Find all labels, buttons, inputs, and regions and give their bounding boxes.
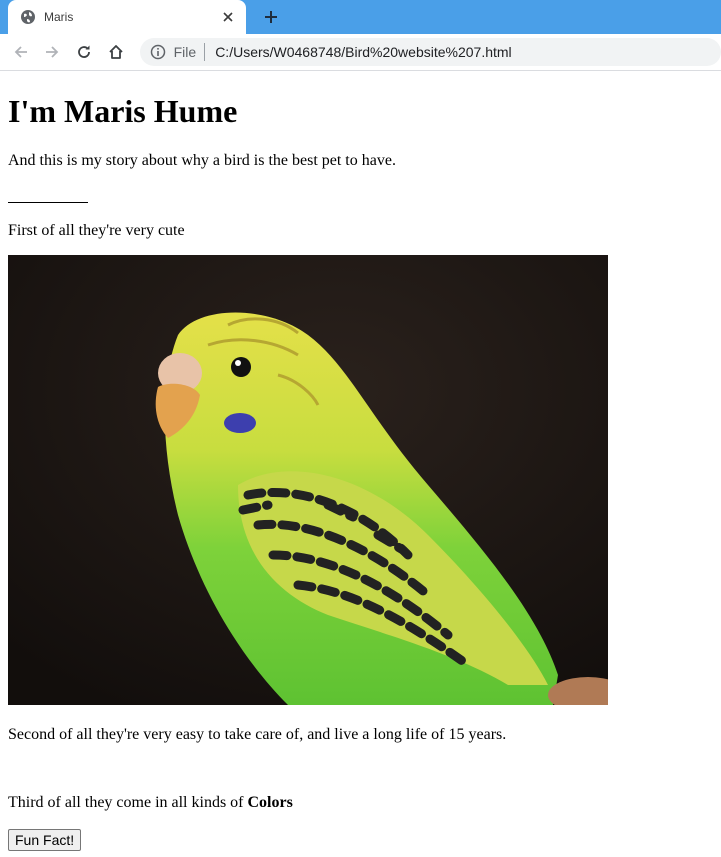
arrow-left-icon <box>14 46 27 58</box>
tab-strip: Maris <box>0 0 721 34</box>
reload-button[interactable] <box>72 40 96 64</box>
fun-fact-button[interactable]: Fun Fact! <box>8 829 82 851</box>
home-button[interactable] <box>104 40 128 64</box>
info-icon[interactable] <box>150 44 166 60</box>
address-bar[interactable]: File C:/Users/W0468748/Bird%20website%20… <box>139 38 721 66</box>
budgie-photo <box>8 255 608 705</box>
file-label: File <box>173 44 197 60</box>
third-point-text: Third of all they come in all kinds of <box>8 794 248 811</box>
page-content: I'm Maris Hume And this is my story abou… <box>0 92 721 851</box>
intro-text: And this is my story about why a bird is… <box>8 152 396 169</box>
url-text[interactable]: C:/Users/W0468748/Bird%20website%207.htm… <box>215 44 511 60</box>
address-divider <box>204 43 206 61</box>
browser-tab[interactable]: Maris <box>8 0 246 34</box>
close-icon[interactable] <box>220 9 236 25</box>
first-point: First of all they're very cute <box>8 222 185 239</box>
second-point: Second of all they're very easy to take … <box>8 726 507 743</box>
back-button[interactable] <box>9 40 33 64</box>
browser-toolbar: File C:/Users/W0468748/Bird%20website%20… <box>0 34 721 71</box>
globe-icon <box>21 10 35 24</box>
forward-button[interactable] <box>41 40 65 64</box>
horizontal-rule <box>8 202 88 203</box>
home-icon <box>109 45 123 59</box>
third-point: Third of all they come in all kinds of C… <box>8 793 713 813</box>
page-title: I'm Maris Hume <box>8 93 238 129</box>
new-tab-button[interactable] <box>262 8 280 26</box>
colors-emphasis: Colors <box>247 794 293 811</box>
reload-icon <box>78 45 91 58</box>
plus-icon <box>265 11 277 23</box>
tab-title: Maris <box>44 10 74 24</box>
arrow-right-icon <box>46 46 59 58</box>
